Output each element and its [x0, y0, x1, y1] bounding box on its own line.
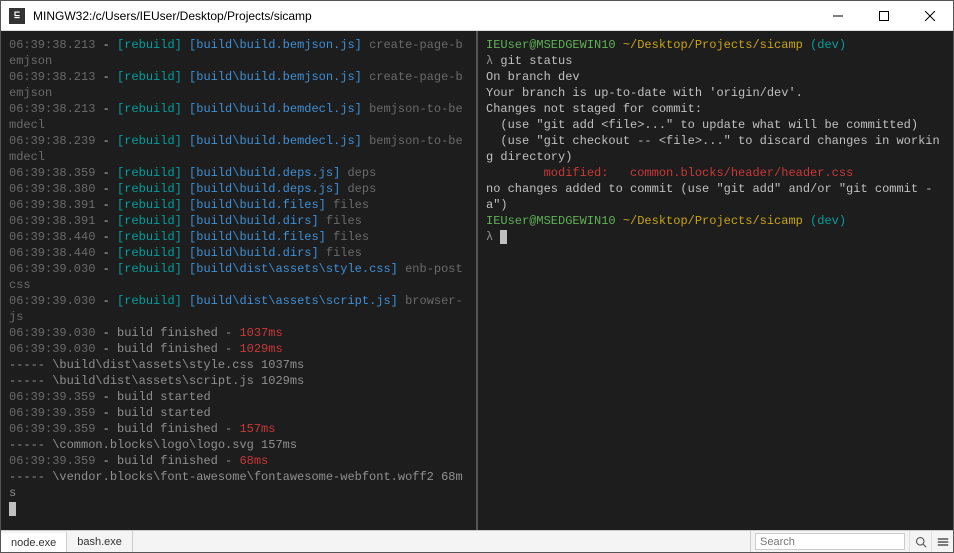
log-line: 06:39:38.213 - [rebuild] [build\build.be… — [9, 37, 468, 69]
log-line: 06:39:39.359 - build finished - 157ms — [9, 421, 468, 437]
prompt-line: IEUser@MSEDGEWIN10 ~/Desktop/Projects/si… — [486, 213, 945, 229]
log-line: 06:39:38.440 - [rebuild] [build\build.fi… — [9, 229, 468, 245]
search-input[interactable] — [755, 533, 905, 550]
log-line: 06:39:39.030 - [rebuild] [build\dist\ass… — [9, 261, 468, 293]
output-line: no changes added to commit (use "git add… — [486, 181, 945, 213]
log-line: 06:39:38.391 - [rebuild] [build\build.di… — [9, 213, 468, 229]
log-line: 06:39:38.213 - [rebuild] [build\build.be… — [9, 101, 468, 133]
log-line: 06:39:38.359 - [rebuild] [build\build.de… — [9, 165, 468, 181]
minimize-button[interactable] — [815, 1, 861, 31]
search-box — [750, 531, 909, 552]
maximize-button[interactable] — [861, 1, 907, 31]
log-line: ----- \build\dist\assets\style.css 1037m… — [9, 357, 468, 373]
log-line: 06:39:38.391 - [rebuild] [build\build.fi… — [9, 197, 468, 213]
cursor — [9, 502, 16, 516]
statusbar: node.exe bash.exe — [1, 530, 953, 552]
log-line: 06:39:39.359 - build started — [9, 389, 468, 405]
window: ⊑ MINGW32:/c/Users/IEUser/Desktop/Projec… — [0, 0, 954, 553]
log-line: 06:39:39.030 - [rebuild] [build\dist\ass… — [9, 293, 468, 325]
command-line: λ — [486, 229, 945, 245]
output-line: On branch dev — [486, 69, 945, 85]
app-icon: ⊑ — [9, 8, 25, 24]
output-line: (use "git checkout -- <file>..." to disc… — [486, 133, 945, 165]
log-line: 06:39:38.239 - [rebuild] [build\build.be… — [9, 133, 468, 165]
tab-bash[interactable]: bash.exe — [67, 531, 133, 552]
settings-icon[interactable] — [931, 531, 953, 552]
output-line: Changes not staged for commit: — [486, 101, 945, 117]
close-button[interactable] — [907, 1, 953, 31]
log-line: 06:39:39.359 - build started — [9, 405, 468, 421]
log-line: 06:39:38.213 - [rebuild] [build\build.be… — [9, 69, 468, 101]
terminal-right[interactable]: IEUser@MSEDGEWIN10 ~/Desktop/Projects/si… — [478, 31, 953, 530]
tab-node[interactable]: node.exe — [1, 531, 67, 552]
terminal-panes: 06:39:38.213 - [rebuild] [build\build.be… — [1, 31, 953, 530]
log-line: 06:39:39.030 - build finished - 1037ms — [9, 325, 468, 341]
window-title: MINGW32:/c/Users/IEUser/Desktop/Projects… — [33, 9, 815, 23]
log-line: ----- \vendor.blocks\font-awesome\fontaw… — [9, 469, 468, 501]
log-line: 06:39:38.380 - [rebuild] [build\build.de… — [9, 181, 468, 197]
terminal-left[interactable]: 06:39:38.213 - [rebuild] [build\build.be… — [1, 31, 478, 530]
titlebar[interactable]: ⊑ MINGW32:/c/Users/IEUser/Desktop/Projec… — [1, 1, 953, 31]
log-line: 06:39:39.030 - build finished - 1029ms — [9, 341, 468, 357]
output-line: (use "git add <file>..." to update what … — [486, 117, 945, 133]
cursor — [500, 230, 507, 244]
output-line: Your branch is up-to-date with 'origin/d… — [486, 85, 945, 101]
modified-line: modified: common.blocks/header/header.cs… — [486, 165, 945, 181]
log-line: ----- \build\dist\assets\script.js 1029m… — [9, 373, 468, 389]
prompt-line: IEUser@MSEDGEWIN10 ~/Desktop/Projects/si… — [486, 37, 945, 53]
log-line: ----- \common.blocks\logo\logo.svg 157ms — [9, 437, 468, 453]
log-line: 06:39:38.440 - [rebuild] [build\build.di… — [9, 245, 468, 261]
search-icon[interactable] — [909, 531, 931, 552]
log-line: 06:39:39.359 - build finished - 68ms — [9, 453, 468, 469]
command-line: λ git status — [486, 53, 945, 69]
